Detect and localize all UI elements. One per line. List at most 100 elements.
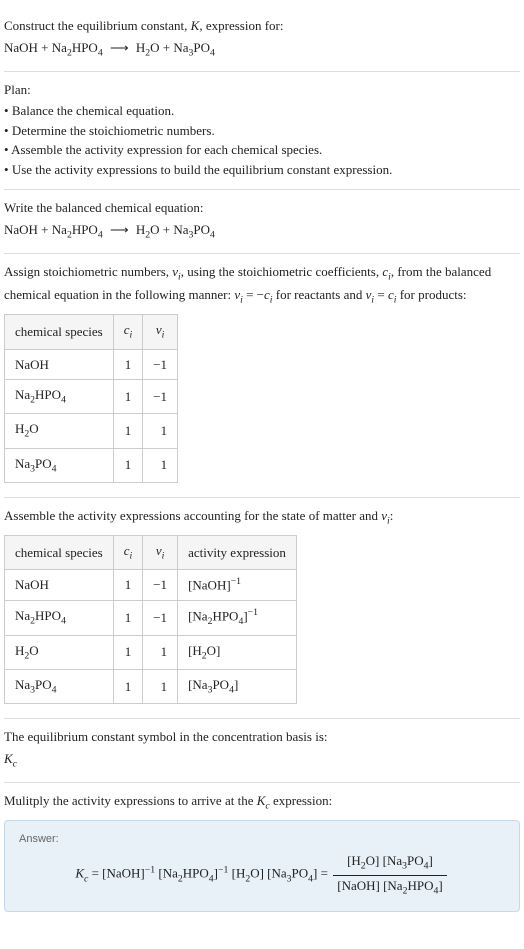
- intro-line1: Construct the equilibrium constant,: [4, 18, 191, 33]
- act-row-3: H2O 1 1 [H2O]: [5, 635, 297, 669]
- fraction-numerator: [H2O] [Na3PO4]: [333, 851, 446, 875]
- stoich-header-row: chemical species ci νi: [5, 315, 178, 349]
- stoich-sp4: Na3PO4: [5, 448, 114, 482]
- intro-equation: NaOH + Na2HPO4 ⟶ H2O + Na3PO4: [4, 38, 520, 61]
- stoich-text: Assign stoichiometric numbers, νi, using…: [4, 262, 520, 308]
- act-nu1: −1: [143, 570, 178, 601]
- plan-title: Plan:: [4, 80, 520, 100]
- stoich-row-3: H2O 1 1: [5, 414, 178, 448]
- stoich-c4: 1: [113, 448, 143, 482]
- act-header-row: chemical species ci νi activity expressi…: [5, 535, 297, 569]
- intro-line1b: , expression for:: [199, 18, 283, 33]
- stoich-section: Assign stoichiometric numbers, νi , using…: [4, 254, 520, 498]
- act-row-1: NaOH 1 −1 [NaOH]−1: [5, 570, 297, 601]
- plan-item-4: Use the activity expressions to build th…: [4, 160, 520, 180]
- act-sp1: NaOH: [5, 570, 114, 601]
- act-nu2: −1: [143, 601, 178, 636]
- eq-rhs1: H: [136, 40, 145, 55]
- act-row-2: Na2HPO4 1 −1 [Na2HPO4]−1: [5, 601, 297, 636]
- stoich-t1: Assign stoichiometric numbers,: [4, 264, 172, 279]
- act-exp1: [NaOH]−1: [178, 570, 297, 601]
- stoich-c2: 1: [113, 380, 143, 414]
- intro-text: Construct the equilibrium constant, K, e…: [4, 16, 520, 36]
- eq-lhs2: HPO: [72, 40, 98, 55]
- beq-rhs1: H: [136, 222, 145, 237]
- plan-item-2: Determine the stoichiometric numbers.: [4, 121, 520, 141]
- answer-label: Answer:: [19, 831, 505, 848]
- activity-section: Assemble the activity expressions accoun…: [4, 498, 520, 719]
- stoich-row-2: Na2HPO4 1 −1: [5, 380, 178, 414]
- act-h1: chemical species: [5, 535, 114, 569]
- intro-section: Construct the equilibrium constant, K, e…: [4, 8, 520, 72]
- sub-4: 4: [98, 47, 103, 58]
- answer-equation: Kc = [NaOH]−1 [Na2HPO4]−1 [H2O] [Na3PO4]…: [19, 851, 505, 898]
- act-nu3: 1: [143, 635, 178, 669]
- activity-table: chemical species ci νi activity expressi…: [4, 535, 297, 704]
- act-row-4: Na3PO4 1 1 [Na3PO4]: [5, 669, 297, 703]
- stoich-row-1: NaOH 1 −1: [5, 349, 178, 380]
- stoich-t4: for reactants and: [273, 287, 366, 302]
- sub-4b: 4: [210, 47, 215, 58]
- plan-list: Balance the chemical equation. Determine…: [4, 101, 520, 179]
- act-h2: ci: [113, 535, 143, 569]
- beq-rhs2: O + Na: [150, 222, 188, 237]
- breaction-arrow: ⟶: [110, 222, 129, 237]
- act-c4: 1: [113, 669, 143, 703]
- symbol-text: The equilibrium constant symbol in the c…: [4, 727, 520, 747]
- mult-t1: Mulitply the activity expressions to arr…: [4, 793, 257, 808]
- act-sp4: Na3PO4: [5, 669, 114, 703]
- fraction-denominator: [NaOH] [Na2HPO4]: [333, 876, 446, 899]
- stoich-nu1: −1: [143, 349, 178, 380]
- stoich-t5: for products:: [396, 287, 466, 302]
- beq-rhs3: PO: [193, 222, 210, 237]
- stoich-h3: νi: [143, 315, 178, 349]
- symbol-section: The equilibrium constant symbol in the c…: [4, 719, 520, 783]
- plan-section: Plan: Balance the chemical equation. Det…: [4, 72, 520, 191]
- eq-lhs1: NaOH + Na: [4, 40, 67, 55]
- stoich-r2b: =: [374, 287, 388, 302]
- act-nu4: 1: [143, 669, 178, 703]
- act-exp2: [Na2HPO4]−1: [178, 601, 297, 636]
- eq-rhs3: PO: [193, 40, 210, 55]
- answer-fraction: [H2O] [Na3PO4][NaOH] [Na2HPO4]: [333, 851, 446, 898]
- act-t2: :: [390, 508, 394, 523]
- multiply-section: Mulitply the activity expressions to arr…: [4, 783, 520, 920]
- reaction-arrow: ⟶: [110, 40, 129, 55]
- act-sp2: Na2HPO4: [5, 601, 114, 636]
- stoich-nu3: 1: [143, 414, 178, 448]
- stoich-h1: chemical species: [5, 315, 114, 349]
- plan-item-3: Assemble the activity expression for eac…: [4, 140, 520, 160]
- answer-box: Answer: Kc = [NaOH]−1 [Na2HPO4]−1 [H2O] …: [4, 820, 520, 912]
- stoich-c3: 1: [113, 414, 143, 448]
- stoich-sp1: NaOH: [5, 349, 114, 380]
- stoich-h2: ci: [113, 315, 143, 349]
- act-h4: activity expression: [178, 535, 297, 569]
- act-c1: 1: [113, 570, 143, 601]
- balanced-section: Write the balanced chemical equation: Na…: [4, 190, 520, 254]
- act-c2: 1: [113, 601, 143, 636]
- bsub-4: 4: [98, 229, 103, 240]
- act-exp3: [H2O]: [178, 635, 297, 669]
- eq-rhs2: O + Na: [150, 40, 188, 55]
- stoich-sp2: Na2HPO4: [5, 380, 114, 414]
- beq-lhs2: HPO: [72, 222, 98, 237]
- stoich-table: chemical species ci νi NaOH 1 −1 Na2HPO4…: [4, 314, 178, 482]
- act-sp3: H2O: [5, 635, 114, 669]
- beq-lhs1: NaOH + Na: [4, 222, 67, 237]
- balanced-title: Write the balanced chemical equation:: [4, 198, 520, 218]
- balanced-equation: NaOH + Na2HPO4 ⟶ H2O + Na3PO4: [4, 220, 520, 243]
- bsub-4b: 4: [210, 229, 215, 240]
- stoich-nu2: −1: [143, 380, 178, 414]
- stoich-t2: , using the stoichiometric coefficients,: [181, 264, 383, 279]
- act-h3: νi: [143, 535, 178, 569]
- kc-symbol: Kc: [4, 749, 520, 772]
- act-exp4: [Na3PO4]: [178, 669, 297, 703]
- plan-item-1: Balance the chemical equation.: [4, 101, 520, 121]
- activity-text: Assemble the activity expressions accoun…: [4, 506, 520, 529]
- stoich-sp3: H2O: [5, 414, 114, 448]
- stoich-row-4: Na3PO4 1 1: [5, 448, 178, 482]
- stoich-nu4: 1: [143, 448, 178, 482]
- multiply-text: Mulitply the activity expressions to arr…: [4, 791, 520, 814]
- mult-t2: expression:: [270, 793, 332, 808]
- stoich-r1b: = −: [243, 287, 264, 302]
